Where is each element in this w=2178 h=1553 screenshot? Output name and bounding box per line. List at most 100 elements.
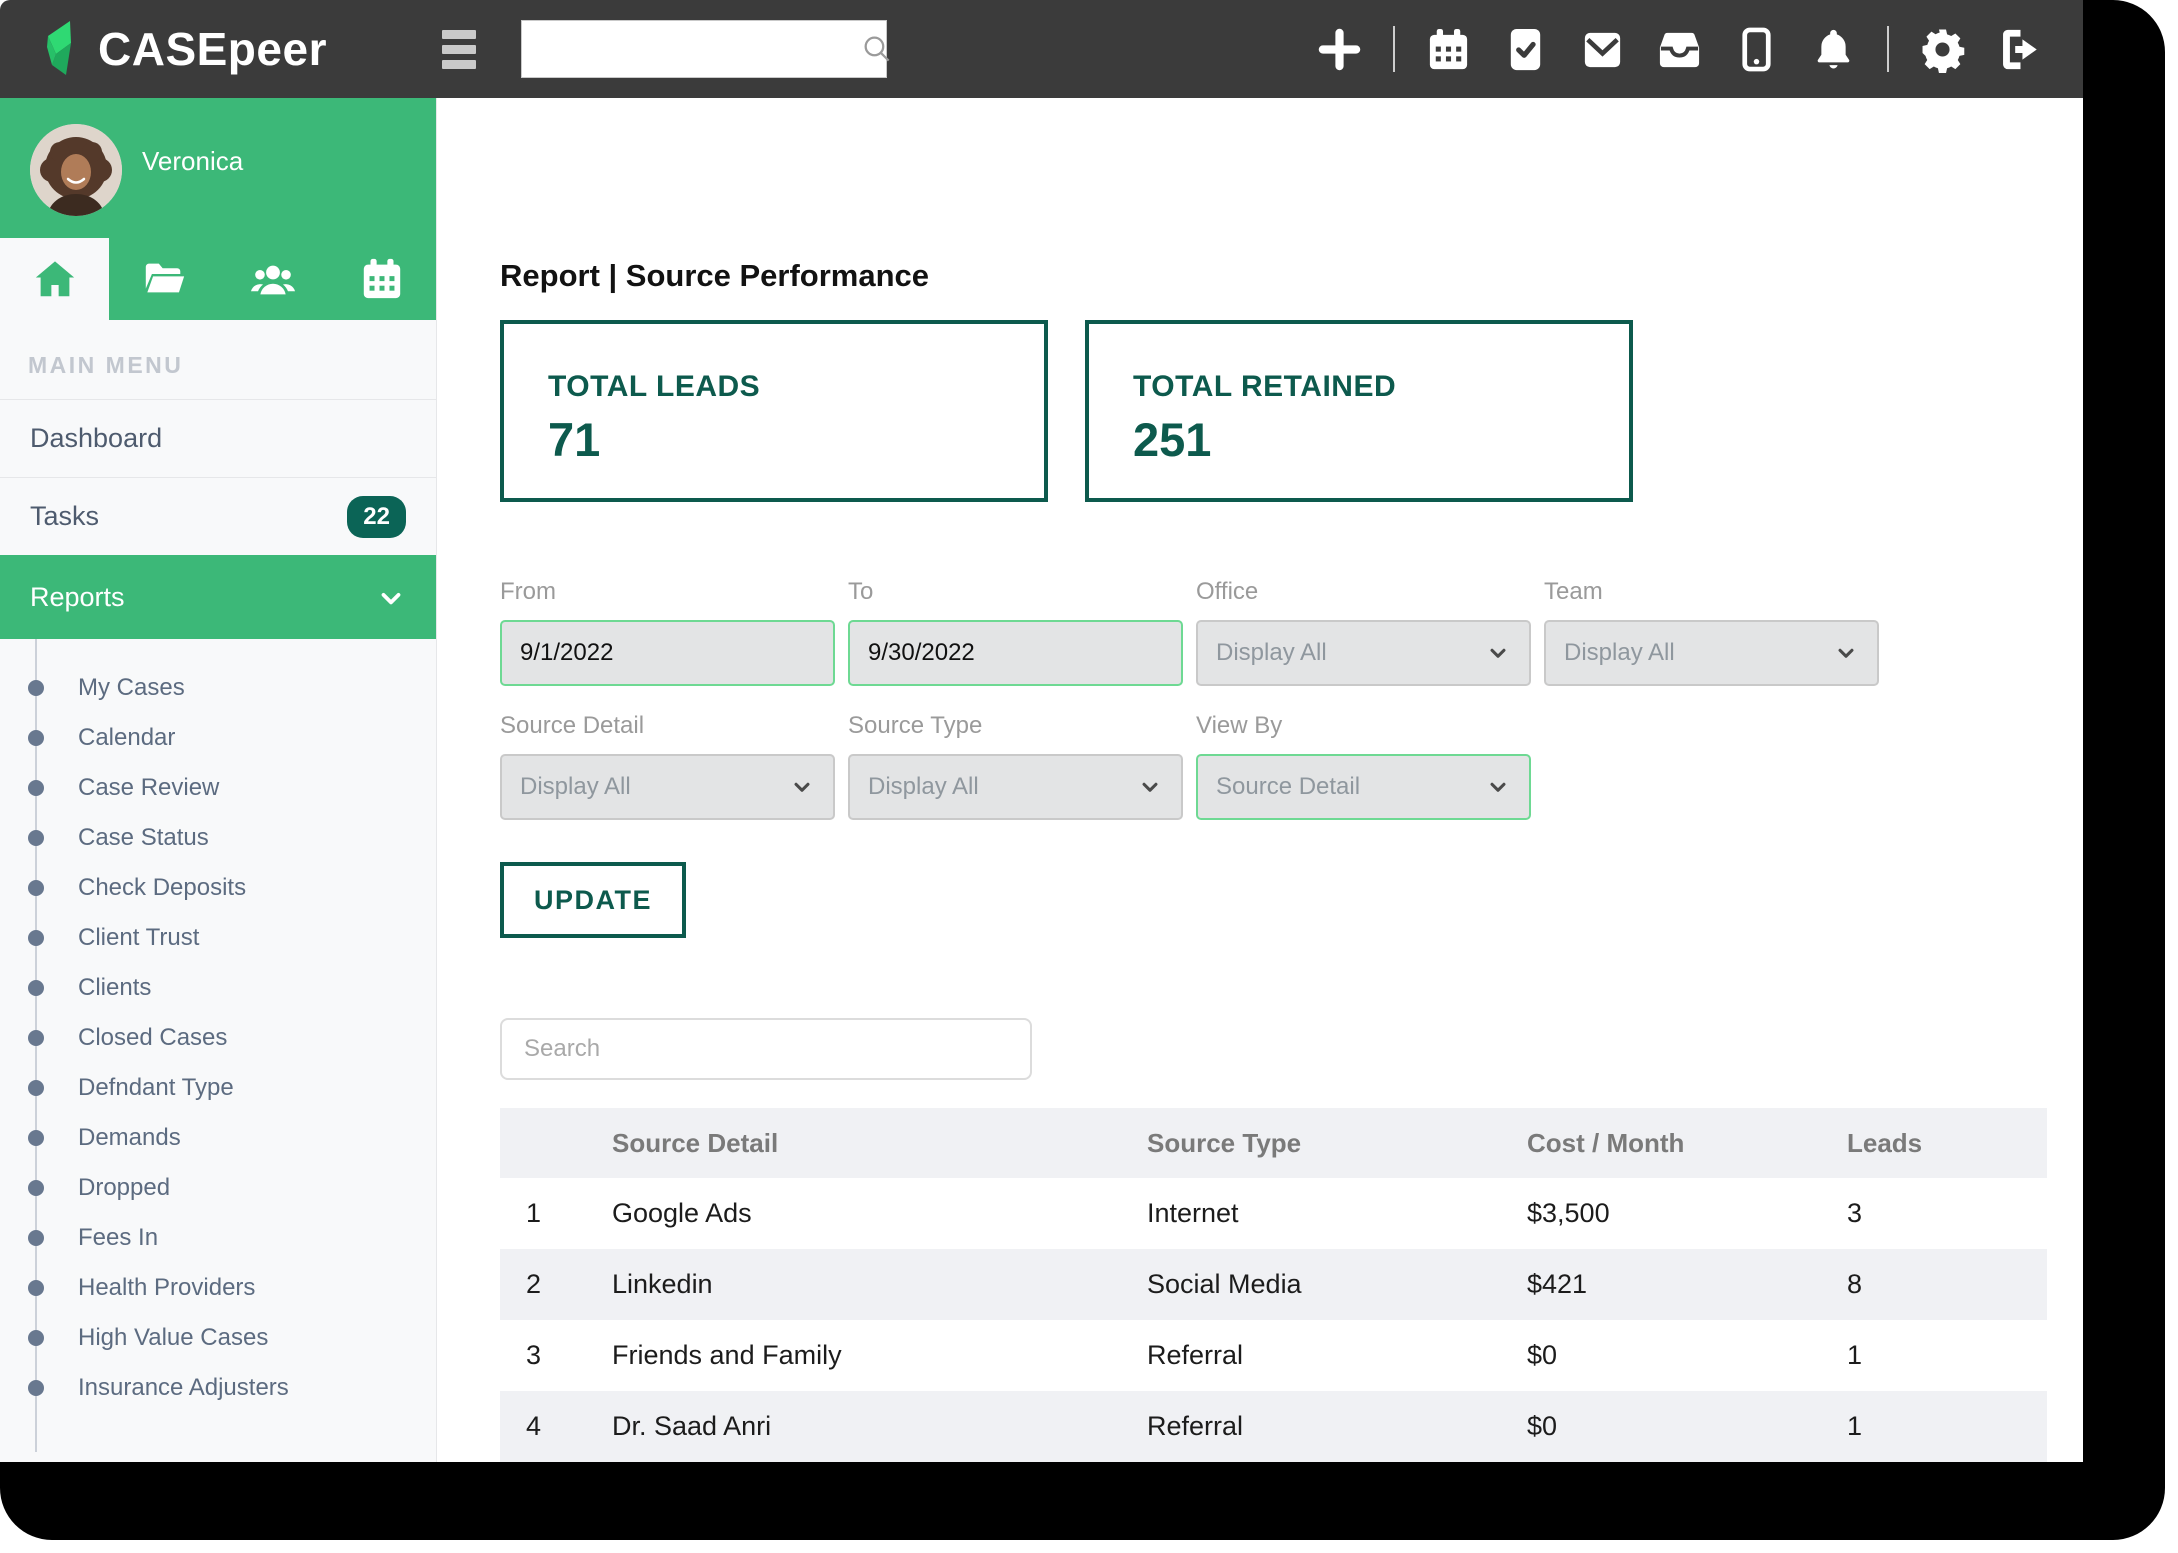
screenshot-stage: CASEpeer <box>0 0 2178 1553</box>
dashboard-label: Dashboard <box>30 423 162 454</box>
total-retained-label: TOTAL RETAINED <box>1133 370 1629 404</box>
office-field: Office Display All <box>1196 578 1531 686</box>
casepeer-logo[interactable]: CASEpeer <box>42 19 327 79</box>
to-field: To <box>848 578 1183 686</box>
phone-icon[interactable] <box>1733 26 1780 73</box>
to-date-input[interactable] <box>848 620 1183 686</box>
app-window: CASEpeer <box>0 0 2083 1462</box>
window-body: Veronica <box>0 98 2083 1462</box>
bell-icon[interactable] <box>1810 26 1857 73</box>
cases-tab[interactable] <box>109 238 218 320</box>
table-row: 1 Google Ads Internet $3,500 3 <box>500 1178 2047 1249</box>
topbar-separator <box>1887 26 1889 72</box>
filters-row-1: From To Office Display All <box>500 578 2047 686</box>
calendar-icon <box>359 256 405 302</box>
mail-icon[interactable] <box>1579 26 1626 73</box>
tasks-count-badge: 22 <box>347 496 406 538</box>
col-index <box>500 1108 610 1178</box>
submenu-item-dropped[interactable]: Dropped <box>0 1163 436 1213</box>
hamburger-menu-icon[interactable] <box>442 30 476 69</box>
col-cost-month: Cost / Month <box>1525 1108 1845 1178</box>
table-search-input[interactable] <box>500 1018 1032 1080</box>
inbox-icon[interactable] <box>1656 26 1703 73</box>
team-select[interactable]: Display All <box>1544 620 1879 686</box>
from-label: From <box>500 578 835 606</box>
avatar[interactable] <box>30 124 122 216</box>
contacts-tab[interactable] <box>218 238 327 320</box>
gem-logo-icon <box>42 19 86 79</box>
global-search-input[interactable] <box>522 21 860 77</box>
total-leads-value: 71 <box>548 412 1044 467</box>
submenu-item-closed-cases[interactable]: Closed Cases <box>0 1013 436 1063</box>
total-retained-card: TOTAL RETAINED 251 <box>1085 320 1633 502</box>
global-search <box>521 20 887 78</box>
chevron-down-icon <box>1485 774 1511 800</box>
from-date-input[interactable] <box>500 620 835 686</box>
col-leads: Leads <box>1845 1108 2047 1178</box>
to-label: To <box>848 578 1183 606</box>
calendar-tab[interactable] <box>327 238 436 320</box>
submenu-item-my-cases[interactable]: My Cases <box>0 663 436 713</box>
table-row: 2 Linkedin Social Media $421 8 <box>500 1249 2047 1320</box>
submenu-item-case-review[interactable]: Case Review <box>0 763 436 813</box>
table-row: 4 Dr. Saad Anri Referral $0 1 <box>500 1391 2047 1462</box>
search-icon[interactable] <box>860 32 894 66</box>
office-label: Office <box>1196 578 1531 606</box>
submenu-item-demands[interactable]: Demands <box>0 1113 436 1163</box>
view-by-field: View By Source Detail <box>1196 712 1531 820</box>
page-title: Report | Source Performance <box>500 258 2047 294</box>
table-row: 3 Friends and Family Referral $0 1 <box>500 1320 2047 1391</box>
chevron-down-icon <box>789 774 815 800</box>
source-detail-select[interactable]: Display All <box>500 754 835 820</box>
home-icon <box>32 256 78 302</box>
folder-icon <box>141 256 187 302</box>
main-content: Report | Source Performance TOTAL LEADS … <box>437 98 2083 1462</box>
sign-out-icon[interactable] <box>1996 26 2043 73</box>
sidebar-item-reports[interactable]: Reports <box>0 555 436 639</box>
chevron-down-icon <box>1137 774 1163 800</box>
plus-icon[interactable] <box>1316 26 1363 73</box>
gear-icon[interactable] <box>1919 26 1966 73</box>
users-icon <box>250 256 296 302</box>
filters-row-2: Source Detail Display All Source Type Di… <box>500 712 2047 820</box>
col-source-detail: Source Detail <box>610 1108 1145 1178</box>
view-by-select[interactable]: Source Detail <box>1196 754 1531 820</box>
source-type-select[interactable]: Display All <box>848 754 1183 820</box>
brand-name: CASEpeer <box>98 22 327 76</box>
source-detail-field: Source Detail Display All <box>500 712 835 820</box>
home-tab[interactable] <box>0 238 109 320</box>
task-check-icon[interactable] <box>1502 26 1549 73</box>
chevron-down-icon <box>376 583 406 613</box>
team-field: Team Display All <box>1544 578 1879 686</box>
submenu-item-case-status[interactable]: Case Status <box>0 813 436 863</box>
submenu-item-health-providers[interactable]: Health Providers <box>0 1263 436 1313</box>
stat-cards: TOTAL LEADS 71 TOTAL RETAINED 251 <box>500 320 2047 502</box>
update-button[interactable]: UPDATE <box>500 862 686 938</box>
submenu-item-calendar[interactable]: Calendar <box>0 713 436 763</box>
topbar: CASEpeer <box>0 0 2083 98</box>
submenu-item-high-value-cases[interactable]: High Value Cases <box>0 1313 436 1363</box>
office-select[interactable]: Display All <box>1196 620 1531 686</box>
total-leads-card: TOTAL LEADS 71 <box>500 320 1048 502</box>
col-source-type: Source Type <box>1145 1108 1525 1178</box>
submenu-item-defndant-type[interactable]: Defndant Type <box>0 1063 436 1113</box>
from-field: From <box>500 578 835 686</box>
sidebar-tabs <box>0 238 436 320</box>
team-label: Team <box>1544 578 1879 606</box>
submenu-item-insurance-adjusters[interactable]: Insurance Adjusters <box>0 1363 436 1413</box>
submenu-item-fees-in[interactable]: Fees In <box>0 1213 436 1263</box>
total-retained-value: 251 <box>1133 412 1629 467</box>
sidebar-item-dashboard[interactable]: Dashboard <box>0 399 436 477</box>
tasks-label: Tasks <box>30 501 99 532</box>
submenu-item-check-deposits[interactable]: Check Deposits <box>0 863 436 913</box>
calendar-icon[interactable] <box>1425 26 1472 73</box>
submenu-item-clients[interactable]: Clients <box>0 963 436 1013</box>
reports-label: Reports <box>30 582 125 613</box>
submenu-item-client-trust[interactable]: Client Trust <box>0 913 436 963</box>
source-type-field: Source Type Display All <box>848 712 1183 820</box>
sidebar-header: Veronica <box>0 98 436 320</box>
sidebar-item-tasks[interactable]: Tasks 22 <box>0 477 436 555</box>
total-leads-label: TOTAL LEADS <box>548 370 1044 404</box>
source-performance-table: Source Detail Source Type Cost / Month L… <box>500 1108 2047 1462</box>
topbar-actions <box>1316 26 2043 73</box>
